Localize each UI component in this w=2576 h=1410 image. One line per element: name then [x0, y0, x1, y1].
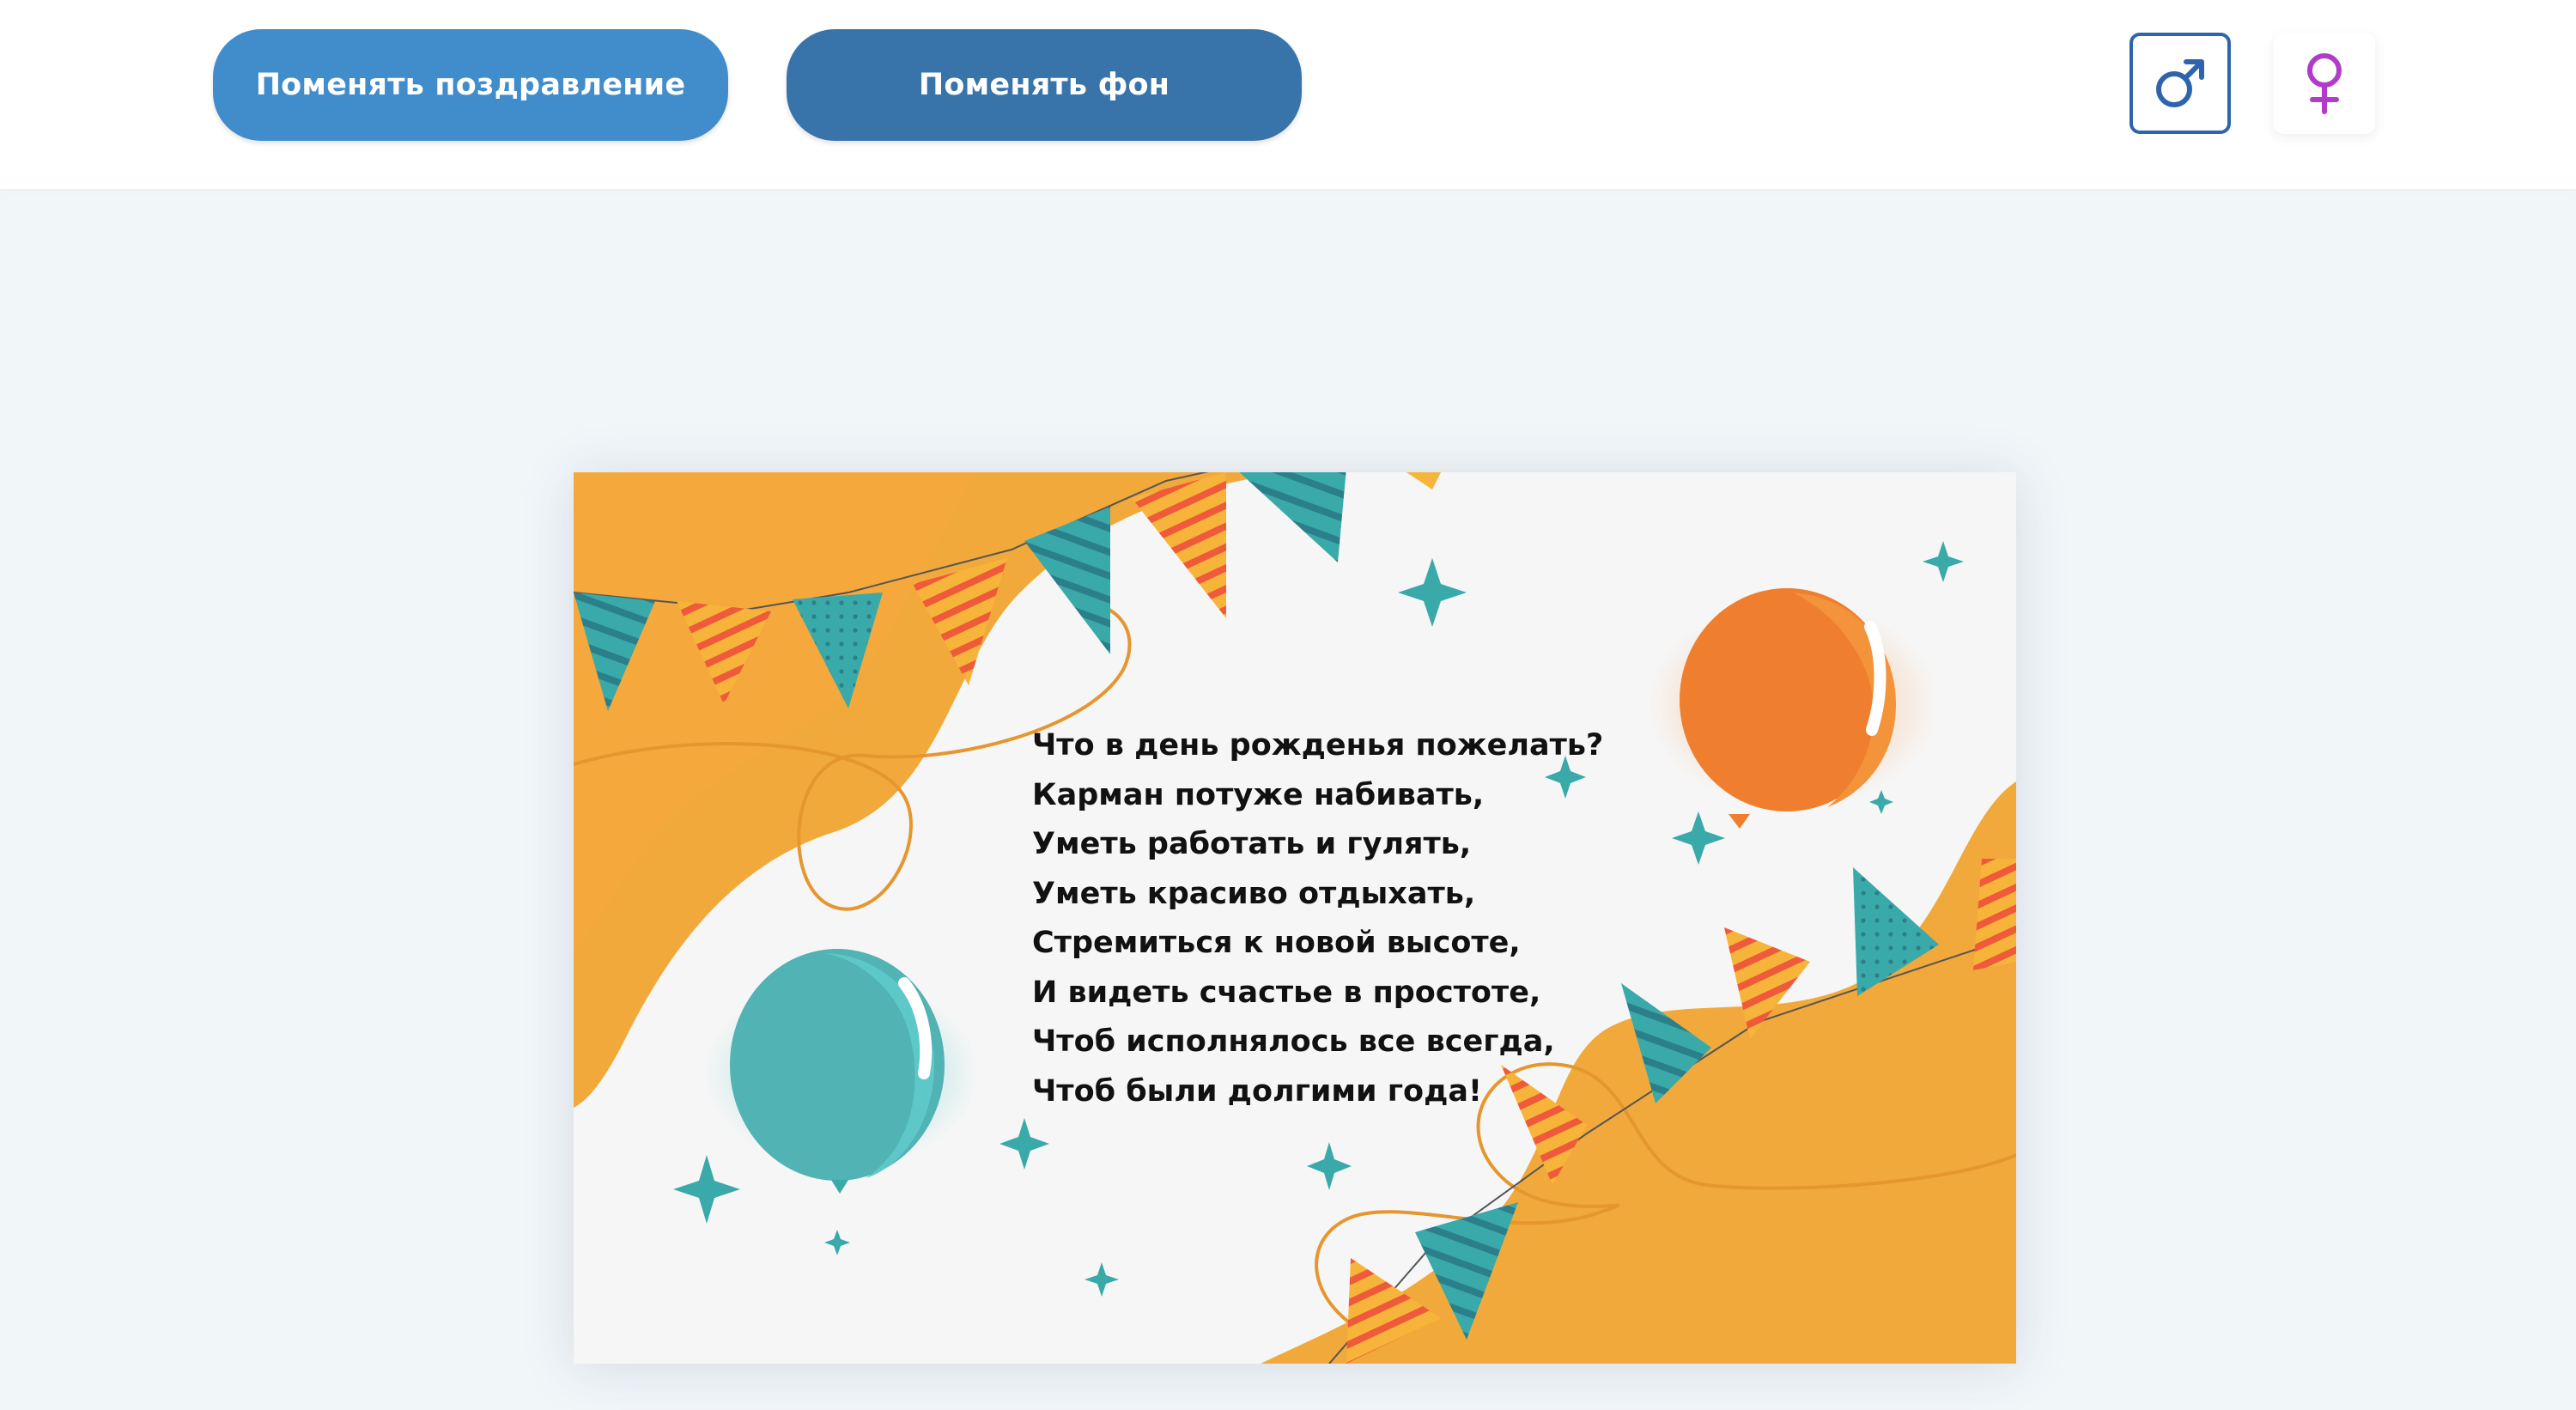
top-toolbar: Поменять поздравление Поменять фон	[0, 0, 2576, 189]
poem-line: Карман потуже набивать,	[1032, 777, 1485, 812]
poem-line: Что в день рожденья пожелать?	[1032, 728, 1604, 763]
male-toggle-button[interactable]	[2129, 33, 2231, 134]
change-greeting-button[interactable]: Поменять поздравление	[213, 29, 728, 141]
male-symbol-icon	[2156, 59, 2204, 107]
poem-line: Уметь красиво отдыхать,	[1032, 876, 1476, 911]
poem-line: Уметь работать и гулять,	[1032, 827, 1472, 861]
change-background-button[interactable]: Поменять фон	[787, 29, 1302, 141]
poem-line: Чтоб были долгими года!	[1032, 1073, 1482, 1109]
greeting-poem: Что в день рожденья пожелать? Карман пот…	[1032, 721, 1603, 1116]
female-toggle-button[interactable]	[2274, 33, 2375, 134]
greeting-card: Что в день рожденья пожелать? Карман пот…	[574, 472, 2016, 1364]
poem-line: И видеть счастье в простоте,	[1032, 975, 1541, 1010]
poem-line: Чтоб исполнялось все всегда,	[1032, 1024, 1555, 1059]
poem-line: Стремиться к новой высоте,	[1032, 926, 1521, 960]
female-symbol-icon	[2307, 53, 2342, 114]
